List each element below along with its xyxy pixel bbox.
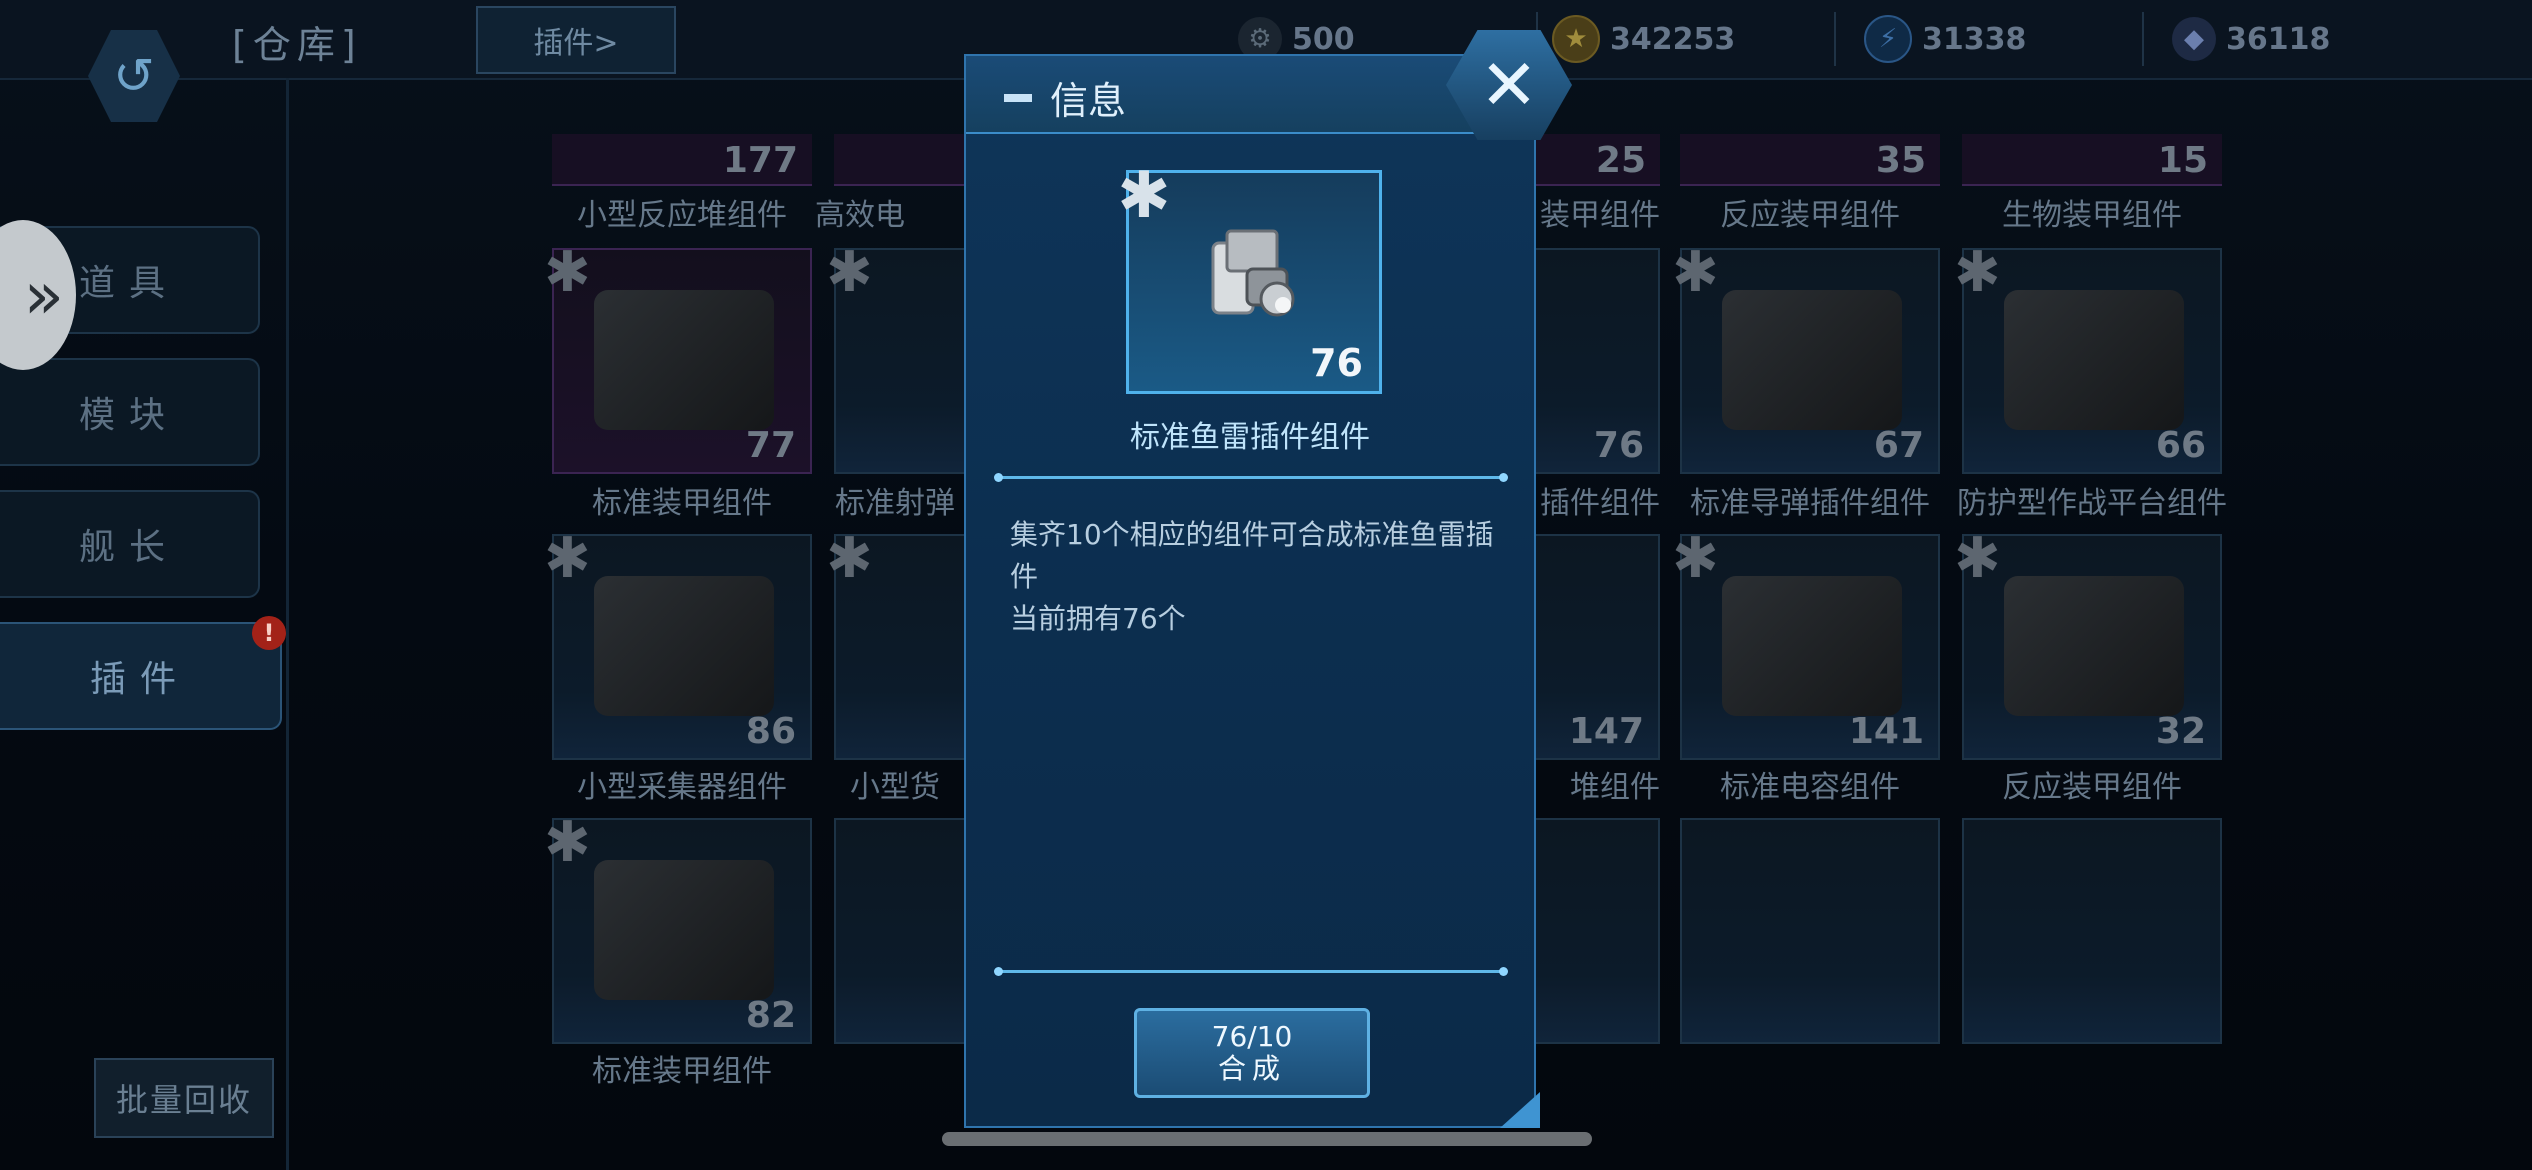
item-count: 25 bbox=[1595, 140, 1646, 181]
grid-cell[interactable]: 15 bbox=[1962, 134, 2222, 186]
puzzle-piece-icon: ✱ bbox=[1954, 240, 2001, 305]
puzzle-piece-icon: ✱ bbox=[1672, 526, 1719, 591]
item-count: 86 bbox=[745, 711, 796, 752]
item-count: 15 bbox=[2157, 140, 2208, 181]
compose-button[interactable]: 76/10 合成 bbox=[1134, 1008, 1370, 1098]
tab-captain[interactable]: 舰长 bbox=[0, 490, 260, 598]
item-label: 反应装甲组件 bbox=[1720, 198, 1900, 233]
resource-energy: ⚡ 31338 bbox=[1864, 14, 2026, 64]
grid-cell[interactable]: ✱ 32 bbox=[1954, 526, 2222, 760]
item-label: 标准射弹 bbox=[835, 486, 955, 521]
divider bbox=[994, 473, 1508, 482]
undo-arrow-icon: ↺ bbox=[113, 47, 155, 105]
corner-decoration bbox=[1500, 1092, 1540, 1128]
item-count: 67 bbox=[1873, 425, 1924, 466]
grid-cell[interactable]: 177 bbox=[552, 134, 812, 186]
description-line: 集齐10个相应的组件可合成标准鱼雷插件 bbox=[1010, 518, 1494, 593]
resource-gold-value: 342253 bbox=[1610, 21, 1736, 57]
divider bbox=[2142, 12, 2144, 66]
grid-cell[interactable]: ✱ 86 bbox=[544, 526, 812, 760]
item-count: 82 bbox=[745, 995, 796, 1036]
item-thumbnail bbox=[594, 290, 774, 430]
item-count: 76 bbox=[1593, 425, 1644, 466]
puzzle-piece-icon: ✱ bbox=[544, 240, 591, 305]
item-count: 177 bbox=[722, 140, 798, 181]
item-thumbnail bbox=[1722, 290, 1902, 430]
item-count: 32 bbox=[2155, 711, 2206, 752]
item-thumbnail bbox=[594, 860, 774, 1000]
dialog-header: 信息 bbox=[966, 56, 1534, 134]
item-thumbnail bbox=[2004, 290, 2184, 430]
item-label: 标准导弹插件组件 bbox=[1690, 486, 1930, 521]
resource-parts-value: 500 bbox=[1292, 21, 1355, 57]
puzzle-piece-icon: ✱ bbox=[826, 526, 873, 591]
item-thumbnail bbox=[594, 576, 774, 716]
item-label: 插件组件 bbox=[1540, 486, 1660, 521]
crystal-ore-icon: ◆ bbox=[2172, 17, 2216, 61]
item-label: 标准装甲组件 bbox=[592, 486, 772, 521]
resource-gold: ★ 342253 bbox=[1552, 14, 1735, 64]
plugin-breadcrumb-tab[interactable]: 插件> bbox=[476, 6, 676, 74]
item-thumbnail bbox=[1722, 576, 1902, 716]
puzzle-piece-icon: ✱ bbox=[1954, 526, 2001, 591]
item-label: 生物装甲组件 bbox=[2002, 198, 2182, 233]
item-preview: ✱ 76 bbox=[1117, 159, 1382, 394]
torpedo-plugin-icon bbox=[1211, 229, 1295, 317]
item-label: 小型采集器组件 bbox=[577, 770, 787, 805]
item-label: 标准电容组件 bbox=[1720, 770, 1900, 805]
sidebar-divider bbox=[286, 78, 289, 1170]
tab-modules[interactable]: 模块 bbox=[0, 358, 260, 466]
item-count: 76 bbox=[1310, 341, 1363, 385]
header-dash-icon bbox=[1004, 94, 1032, 102]
divider bbox=[1834, 12, 1836, 66]
item-label: 小型货 bbox=[850, 770, 940, 805]
item-label: 标准装甲组件 bbox=[592, 1054, 772, 1089]
puzzle-piece-icon: ✱ bbox=[544, 810, 591, 875]
item-count: 66 bbox=[2155, 425, 2206, 466]
puzzle-piece-icon: ✱ bbox=[826, 240, 873, 305]
item-label: 反应装甲组件 bbox=[2002, 770, 2182, 805]
item-count: 147 bbox=[1568, 711, 1644, 752]
grid-cell-empty[interactable] bbox=[1962, 818, 2222, 1044]
item-label: 堆组件 bbox=[1570, 770, 1660, 805]
resource-crystal-value: 36118 bbox=[2226, 21, 2331, 57]
home-indicator[interactable] bbox=[942, 1132, 1592, 1146]
item-thumbnail bbox=[2004, 576, 2184, 716]
item-count: 35 bbox=[1875, 140, 1926, 181]
dialog-title: 信息 bbox=[1050, 79, 1127, 123]
double-chevron-right-icon: » bbox=[23, 256, 64, 334]
info-dialog: 信息 ✱ 76 标准鱼雷插件组件 集齐10个相应的组件可合成标准鱼雷插件 当前拥… bbox=[964, 54, 1536, 1128]
item-label: 高效电 bbox=[815, 198, 905, 233]
item-label: 防护型作战平台组件 bbox=[1957, 486, 2227, 521]
divider bbox=[994, 967, 1508, 976]
grid-cell-empty[interactable] bbox=[1680, 818, 1940, 1044]
item-description: 集齐10个相应的组件可合成标准鱼雷插件 当前拥有76个 bbox=[1010, 514, 1510, 640]
puzzle-piece-icon: ✱ bbox=[1672, 240, 1719, 305]
puzzle-piece-icon: ✱ bbox=[1117, 159, 1171, 233]
item-label: 装甲组件 bbox=[1540, 198, 1660, 233]
resource-energy-value: 31338 bbox=[1922, 21, 2027, 57]
tab-plugins[interactable]: 插件 bbox=[0, 622, 282, 730]
grid-cell[interactable]: ✱ 66 bbox=[1954, 240, 2222, 474]
warehouse-title: [仓库] bbox=[232, 23, 362, 67]
resource-crystal: ◆ 36118 bbox=[2172, 14, 2330, 64]
grid-cell[interactable]: 35 bbox=[1680, 134, 1940, 186]
grid-cell[interactable]: ✱ 82 bbox=[544, 810, 812, 1044]
batch-recycle-button[interactable]: 批量回收 bbox=[94, 1058, 274, 1138]
compose-label: 合成 bbox=[1217, 1052, 1286, 1085]
item-count: 77 bbox=[745, 425, 796, 466]
grid-cell[interactable]: ✱ 141 bbox=[1672, 526, 1940, 760]
grid-cell[interactable]: ✱ 77 bbox=[544, 240, 812, 474]
item-name: 标准鱼雷插件组件 bbox=[1130, 420, 1370, 455]
close-x-icon: ✕ bbox=[1479, 44, 1539, 126]
notification-badge: ! bbox=[252, 616, 286, 650]
item-count: 141 bbox=[1848, 711, 1924, 752]
puzzle-piece-icon: ✱ bbox=[544, 526, 591, 591]
grid-cell[interactable]: ✱ 67 bbox=[1672, 240, 1940, 474]
energy-bolt-icon: ⚡ bbox=[1864, 15, 1912, 63]
gold-coin-icon: ★ bbox=[1552, 15, 1600, 63]
compose-progress: 76/10 bbox=[1211, 1020, 1293, 1053]
owned-count-line: 当前拥有76个 bbox=[1010, 602, 1186, 635]
